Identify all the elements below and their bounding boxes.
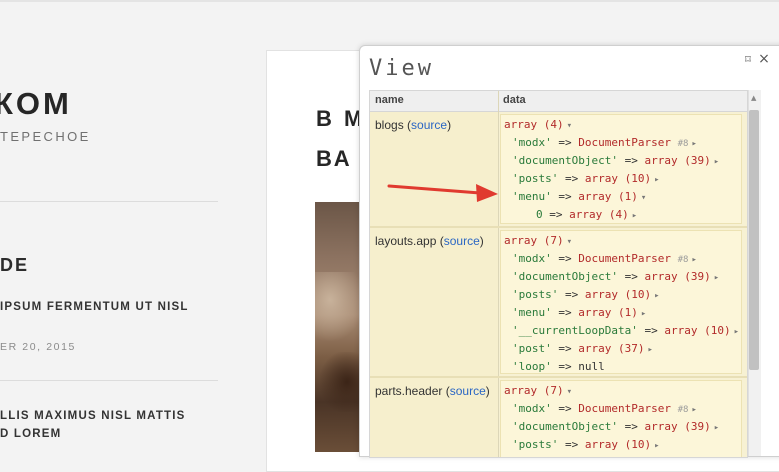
annotation-arrow-icon	[387, 184, 498, 202]
